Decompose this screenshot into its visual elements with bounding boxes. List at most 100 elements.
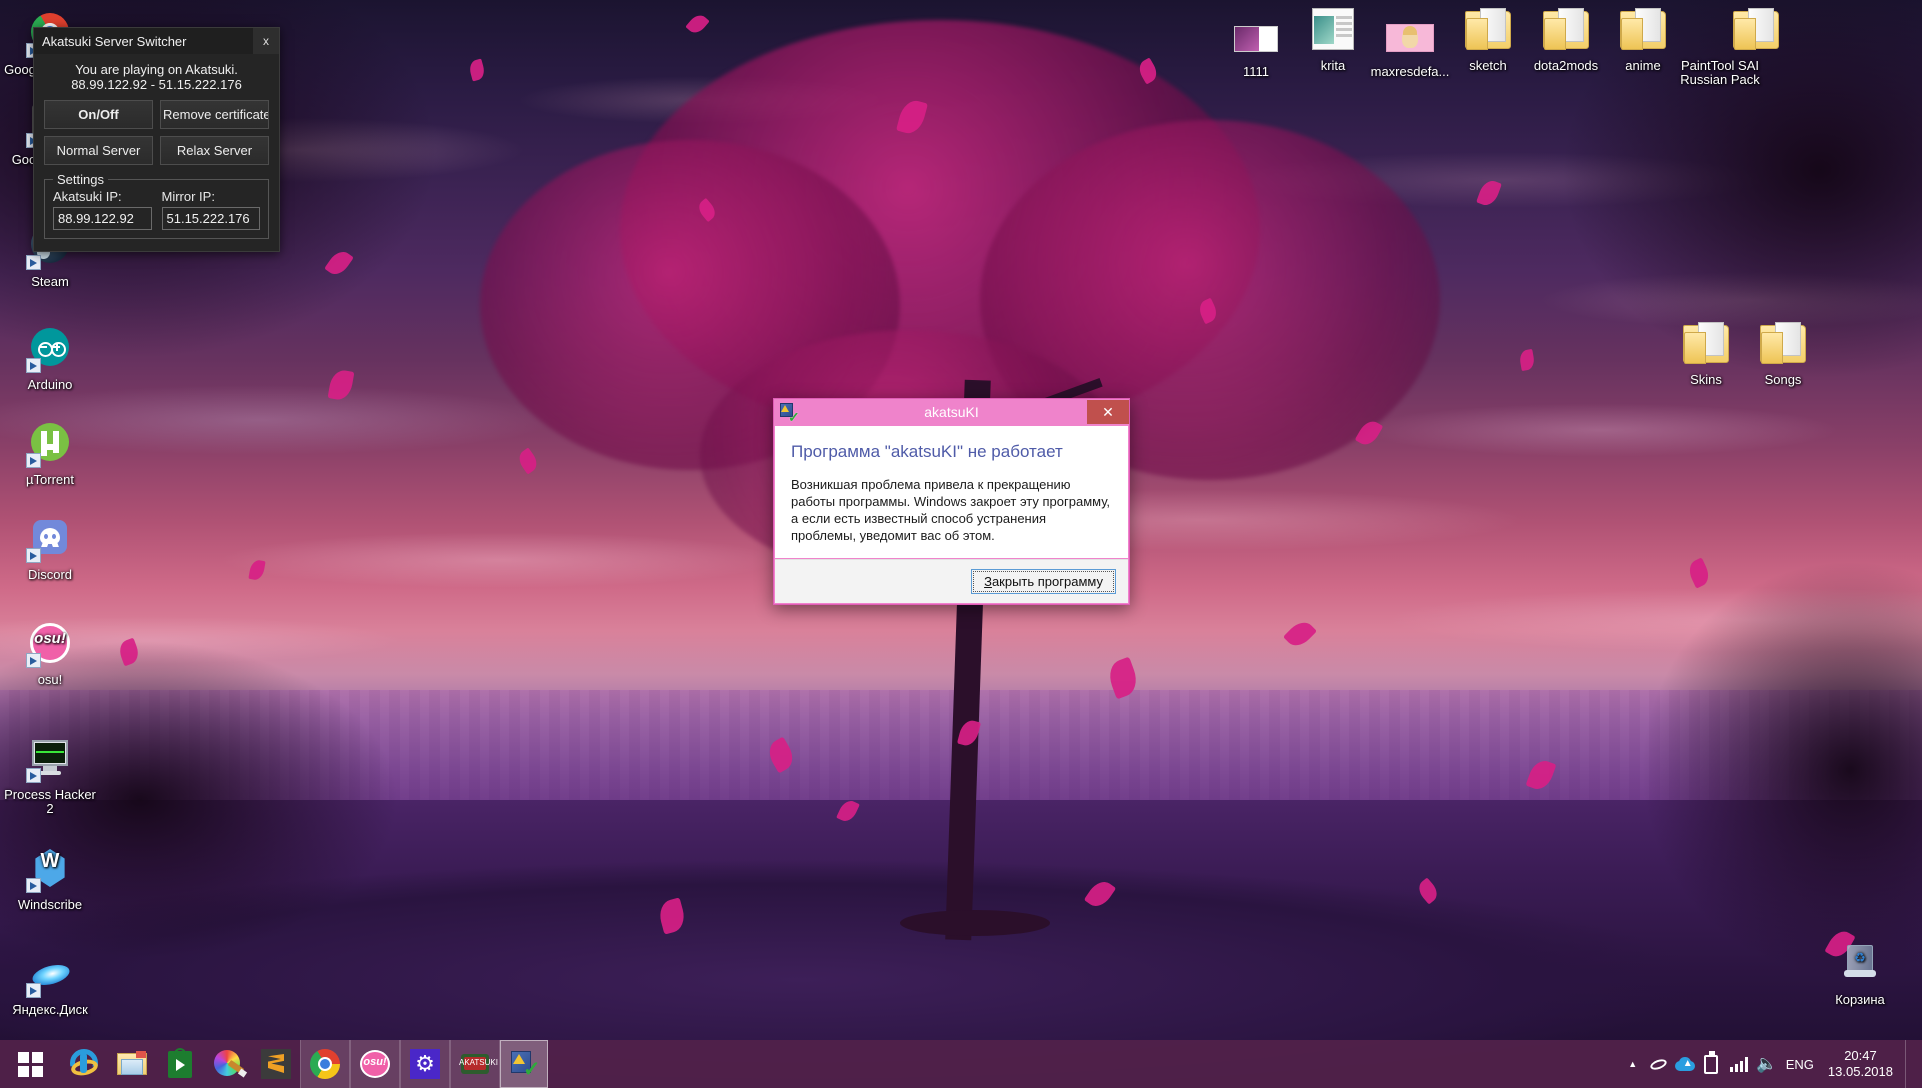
image-thumbnail-icon <box>1232 12 1280 60</box>
desktop-icon-label: µTorrent <box>26 472 74 487</box>
folder-icon <box>1464 6 1512 54</box>
desktop[interactable]: Google Chrome Google Earth Steam Arduin <box>0 0 1922 1088</box>
taskbar-akatsuki-error[interactable]: ✓ <box>500 1040 548 1088</box>
mirror-ip-label: Mirror IP: <box>161 189 215 204</box>
desktop-icon-process-hacker[interactable]: Process Hacker 2 <box>2 735 98 816</box>
desktop-icon-windscribe[interactable]: W Windscribe <box>2 845 98 912</box>
akatsuki-switcher-icon: AKATSUKI <box>459 1048 498 1080</box>
taskbar-sublime-text[interactable] <box>252 1040 300 1088</box>
mirror-ip-field-group: Mirror IP: <box>161 189 260 230</box>
close-program-button[interactable]: Закрыть программу <box>971 569 1116 594</box>
akatsuki-window-body: You are playing on Akatsuki. 88.99.122.9… <box>34 54 279 251</box>
akatsuki-ip-input[interactable] <box>53 207 152 230</box>
desktop-icon-label: osu! <box>37 672 63 687</box>
recycle-bin-icon: ♻ <box>1836 940 1884 988</box>
clock-date: 13.05.2018 <box>1827 1064 1893 1079</box>
shortcut-overlay-icon <box>26 453 41 468</box>
desktop-icon-arduino[interactable]: Arduino <box>2 325 98 392</box>
akatsuki-status-line-2: 88.99.122.92 - 51.15.222.176 <box>71 77 242 92</box>
taskbar-chrome[interactable] <box>300 1040 350 1088</box>
akatsuki-ip-label: Akatsuki IP: <box>53 189 122 204</box>
desktop-icon-label: Discord <box>27 567 73 582</box>
normal-server-button[interactable]: Normal Server <box>44 136 153 165</box>
akatsuki-status-line-1: You are playing on Akatsuki. <box>75 62 238 77</box>
language-indicator[interactable]: ENG <box>1780 1057 1824 1072</box>
yandex-disk-tray-icon[interactable] <box>1646 1040 1672 1088</box>
desktop-icon-label: Songs <box>1764 372 1802 387</box>
akatsuki-window-titlebar[interactable]: Akatsuki Server Switcher x <box>34 28 279 54</box>
akatsuki-button-row-2: Normal Server Relax Server <box>44 136 269 165</box>
settings-group: Settings Akatsuki IP: Mirror IP: <box>44 172 269 239</box>
close-program-accesskey: З <box>984 574 992 589</box>
error-dialog-titlebar[interactable]: ✓ akatsuKI ✕ <box>774 399 1129 425</box>
arduino-icon <box>26 325 74 373</box>
chrome-icon <box>309 1048 341 1080</box>
error-dialog-body: Возникшая проблема привела к прекращению… <box>791 477 1111 543</box>
store-icon <box>164 1048 196 1080</box>
taskbar-paint-net[interactable] <box>204 1040 252 1088</box>
akatsuki-server-switcher-window[interactable]: Akatsuki Server Switcher x You are playi… <box>33 27 280 252</box>
desktop-icon-osu[interactable]: osu! osu! <box>2 620 98 687</box>
network-signal-icon[interactable] <box>1724 1040 1754 1088</box>
shortcut-overlay-icon <box>26 878 41 893</box>
discord-icon <box>26 515 74 563</box>
show-desktop-button[interactable] <box>1905 1040 1916 1088</box>
akatsuki-crash-dialog[interactable]: ✓ akatsuKI ✕ Программа "akatsuKI" не раб… <box>773 398 1130 605</box>
wallpaper-branch-bottom-right <box>1640 560 1922 980</box>
battery-icon[interactable] <box>1698 1040 1724 1088</box>
close-icon[interactable]: ✕ <box>1087 400 1129 424</box>
shortcut-overlay-icon <box>26 768 41 783</box>
clock[interactable]: 20:47 13.05.2018 <box>1824 1048 1905 1080</box>
settings-icon: ⚙ <box>409 1048 441 1080</box>
desktop-icon-label: Steam <box>31 274 69 289</box>
paint-net-icon <box>212 1048 248 1080</box>
shortcut-overlay-icon <box>26 358 41 373</box>
taskbar-internet-explorer[interactable] <box>60 1040 108 1088</box>
wallpaper-tree-root <box>900 910 1050 936</box>
taskbar-akatsuki-switcher[interactable]: AKATSUKI <box>450 1040 500 1088</box>
error-dialog-title: akatsuKI <box>924 404 979 420</box>
error-dialog-content: Программа "akatsuKI" не работает Возникш… <box>775 426 1128 558</box>
mirror-ip-input[interactable] <box>161 207 260 230</box>
taskbar-store[interactable] <box>156 1040 204 1088</box>
desktop-icon-label: Корзина <box>1835 992 1885 1007</box>
desktop-icon-label: Яндекс.Диск <box>12 1002 88 1017</box>
taskbar-osu[interactable]: osu! <box>350 1040 400 1088</box>
desktop-icon-utorrent[interactable]: µTorrent <box>2 420 98 487</box>
start-button[interactable] <box>0 1040 60 1088</box>
windows-logo-icon <box>17 1051 43 1077</box>
akatsuki-button-row-1: On/Off Remove certificate <box>44 100 269 129</box>
shortcut-overlay-icon <box>26 653 41 668</box>
desktop-icon-label: Arduino <box>27 377 73 392</box>
desktop-icon-yandex-disk[interactable]: Яндекс.Диск <box>2 950 98 1017</box>
remove-certificate-button[interactable]: Remove certificate <box>160 100 269 129</box>
error-dialog-footer: Закрыть программу <box>775 559 1128 603</box>
internet-explorer-icon <box>68 1048 100 1080</box>
tray-overflow-icon[interactable]: ▲ <box>1620 1040 1646 1088</box>
shortcut-overlay-icon <box>26 255 41 270</box>
desktop-icon-songs[interactable]: Songs <box>1735 320 1831 387</box>
taskbar-file-explorer[interactable] <box>108 1040 156 1088</box>
volume-icon[interactable]: 🔈 <box>1754 1040 1780 1088</box>
desktop-icon-recycle-bin[interactable]: ♻ Корзина <box>1812 940 1908 1007</box>
utorrent-icon <box>26 420 74 468</box>
akatsuki-error-icon: ✓ <box>508 1048 541 1080</box>
desktop-icon-label: Windscribe <box>17 897 83 912</box>
osu-icon: osu! <box>26 620 74 668</box>
desktop-icon-painttool-sai[interactable]: PaintTool SAI Russian Pack <box>1660 6 1780 87</box>
desktop-icon-discord[interactable]: Discord <box>2 515 98 582</box>
onedrive-cloud-icon[interactable]: ▲ <box>1672 1040 1698 1088</box>
taskbar[interactable]: osu! ⚙ AKATSUKI ✓ ▲ ▲ 🔈 ENG 20:47 13.05.… <box>0 1040 1922 1088</box>
sublime-text-icon <box>260 1048 292 1080</box>
process-hacker-icon <box>26 735 74 783</box>
system-tray[interactable]: ▲ ▲ 🔈 ENG 20:47 13.05.2018 <box>1620 1040 1922 1088</box>
desktop-icon-label: PaintTool SAI Russian Pack <box>1680 58 1760 87</box>
relax-server-button[interactable]: Relax Server <box>160 136 269 165</box>
taskbar-settings[interactable]: ⚙ <box>400 1040 450 1088</box>
app-crash-icon: ✓ <box>780 403 800 424</box>
close-icon[interactable]: x <box>253 28 279 54</box>
shortcut-overlay-icon <box>26 983 41 998</box>
on-off-button[interactable]: On/Off <box>44 100 153 129</box>
desktop-icon-label: Process Hacker 2 <box>4 787 96 816</box>
image-thumbnail-icon <box>1386 12 1434 60</box>
